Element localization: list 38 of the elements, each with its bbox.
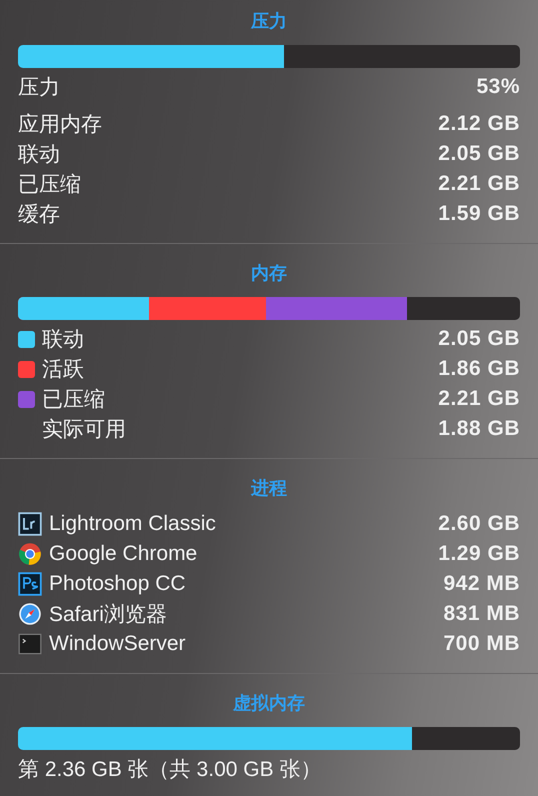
app-icon bbox=[18, 512, 42, 536]
stat-value: 53% bbox=[476, 75, 520, 99]
stat-value: 1.86 GB bbox=[438, 357, 520, 381]
process-name: Google Chrome bbox=[49, 542, 198, 566]
stat-value: 2.12 GB bbox=[438, 112, 520, 136]
legend-label: 活跃 bbox=[42, 357, 84, 383]
stat-label: 应用内存 bbox=[18, 112, 102, 138]
stat-value: 2.21 GB bbox=[438, 172, 520, 196]
compass-icon bbox=[18, 602, 42, 626]
section-title: 进程 bbox=[250, 477, 288, 500]
process-name: WindowServer bbox=[49, 632, 186, 656]
process-name: Lightroom Classic bbox=[49, 512, 216, 536]
process-memory: 700 MB bbox=[443, 632, 520, 656]
stat-value: 2.21 GB bbox=[438, 387, 520, 411]
section-title: 压力 bbox=[250, 10, 288, 33]
process-name: Safari浏览器 bbox=[49, 602, 167, 628]
app-icon bbox=[18, 572, 42, 596]
process-memory: 2.60 GB bbox=[438, 512, 520, 536]
terminal-icon bbox=[18, 632, 42, 656]
process-memory: 831 MB bbox=[443, 602, 520, 626]
legend-label: 联动 bbox=[42, 327, 84, 353]
stat-value: 2.05 GB bbox=[438, 327, 520, 351]
stat-label: 联动 bbox=[18, 142, 60, 168]
stat-label: 缓存 bbox=[18, 202, 60, 228]
chrome-icon bbox=[18, 542, 42, 566]
stat-label: 压力 bbox=[18, 75, 60, 101]
section-title: 虚拟内存 bbox=[232, 692, 306, 715]
virtual-memory-caption: 第 2.36 GB 张（共 3.00 GB 张） bbox=[18, 757, 322, 783]
process-memory: 1.29 GB bbox=[438, 542, 520, 566]
stat-value: 1.88 GB bbox=[438, 417, 520, 441]
stat-label: 已压缩 bbox=[18, 172, 81, 198]
stat-value: 1.59 GB bbox=[438, 202, 520, 226]
process-name: Photoshop CC bbox=[49, 572, 186, 596]
stat-value: 2.05 GB bbox=[438, 142, 520, 166]
process-memory: 942 MB bbox=[443, 572, 520, 596]
legend-label: 已压缩 bbox=[42, 387, 105, 413]
legend-label: 实际可用 bbox=[42, 417, 126, 443]
section-title: 内存 bbox=[250, 262, 288, 285]
